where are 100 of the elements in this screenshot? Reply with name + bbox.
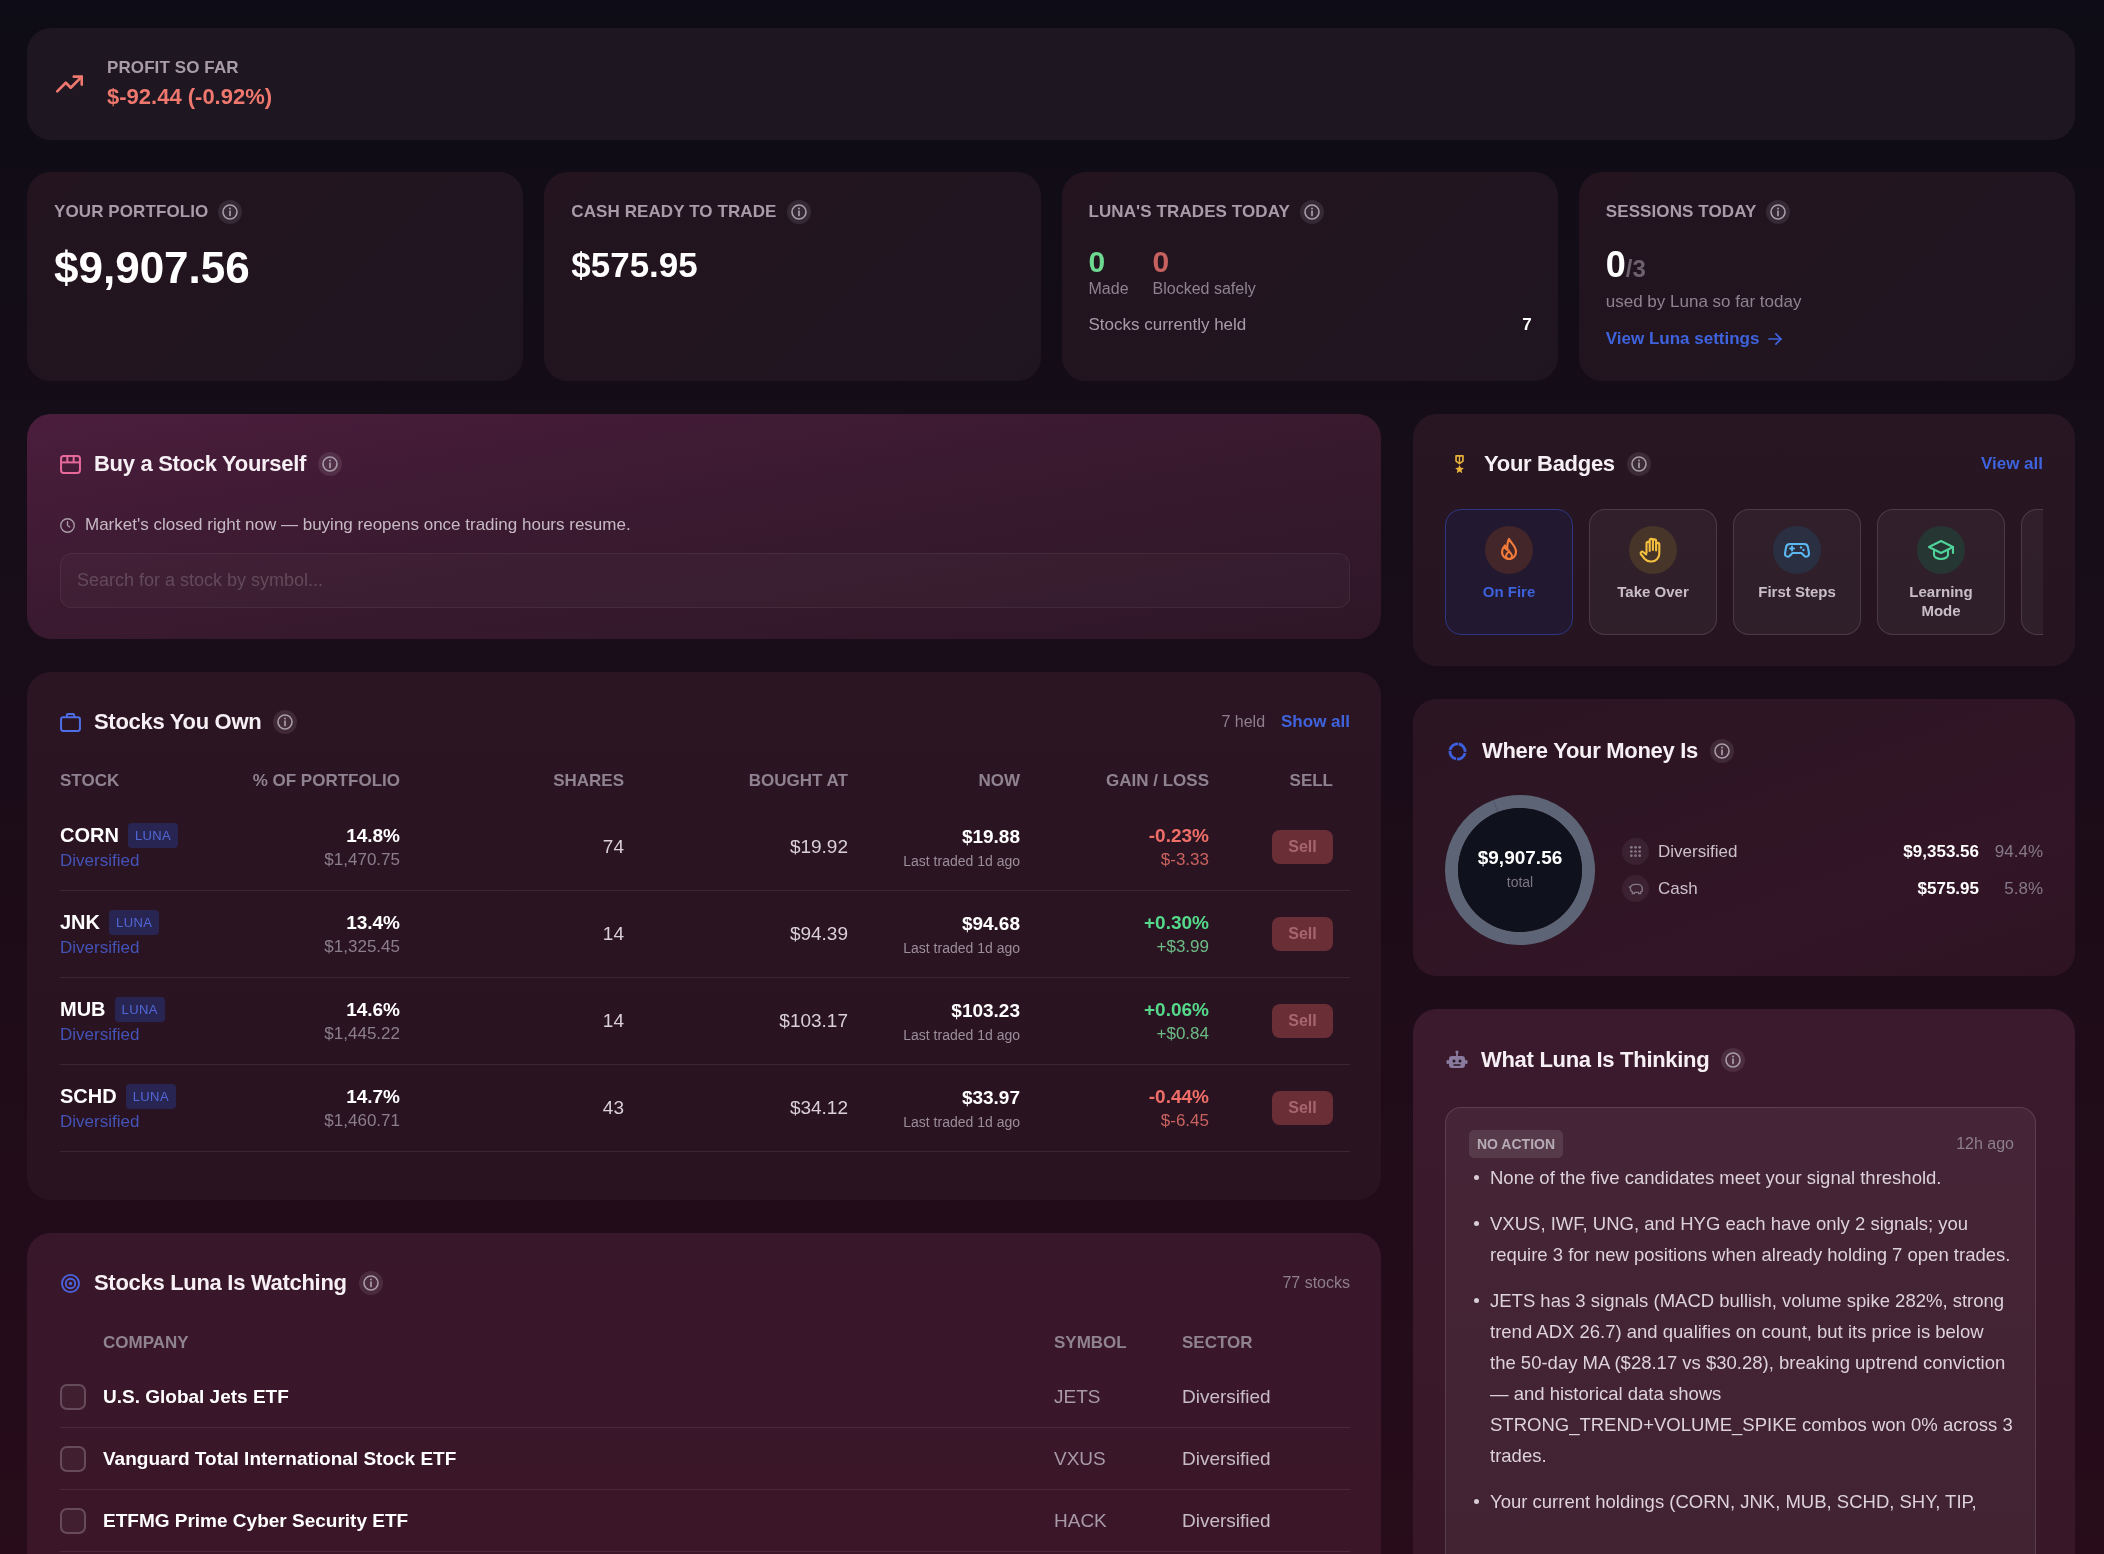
last-traded-time: Last traded 1d ago [903, 1026, 1020, 1043]
ticker-symbol: HACK [1054, 1509, 1107, 1532]
buy-price: $103.17 [779, 1010, 848, 1032]
trend-up-icon [56, 75, 83, 93]
allocation-amount: $9,353.56 [1903, 841, 1979, 862]
held-label: Stocks currently held [1088, 315, 1247, 335]
row-checkbox[interactable] [60, 1445, 86, 1472]
company-name: ETFMG Prime Cyber Security ETF [103, 1509, 409, 1532]
gain-amount: +$3.99 [1156, 936, 1209, 957]
ring-icon [1447, 741, 1468, 761]
row-checkbox[interactable] [60, 1507, 86, 1534]
sessions-note: used by Luna so far today [1605, 292, 1802, 312]
share-count: 43 [602, 1097, 624, 1119]
view-all-link[interactable]: View all [1980, 454, 2043, 474]
position-value: $1,445.22 [324, 1023, 400, 1044]
stat-label: YOUR PORTFOLIO [54, 202, 209, 222]
buy-price: $94.39 [789, 923, 848, 945]
portfolio-share: 14.8% [346, 824, 400, 847]
held-count: 7 [1522, 315, 1532, 335]
buy-price: $19.92 [789, 836, 848, 858]
stat-label: SESSIONS TODAY [1605, 202, 1757, 222]
source-tag: LUNA [127, 823, 179, 848]
reasoning-point: VXUS, IWF, UNG, and HYG each have only 2 signals; you require 3 for new positions when already holding 7 open trades. [1490, 1212, 2012, 1267]
badge-tile[interactable]: Take Over [1589, 509, 1717, 635]
bullet-icon [1474, 1221, 1479, 1226]
info-icon[interactable] [1721, 1048, 1746, 1072]
allocation-label: Diversified [1658, 841, 1738, 862]
stat-value: $9,907.56 [54, 243, 250, 293]
last-traded-time: Last traded 1d ago [903, 939, 1020, 956]
source-tag: LUNA [125, 1084, 176, 1109]
stock-count: 77 stocks [1282, 1274, 1350, 1292]
badge-tile[interactable]: First Steps [1733, 509, 1861, 635]
badge-tile[interactable]: Learning Mode [1877, 509, 2005, 635]
column-header: STOCK [60, 771, 120, 791]
row-checkbox[interactable] [60, 1383, 86, 1410]
stock-symbol: CORN [60, 824, 119, 847]
info-icon[interactable] [318, 452, 343, 476]
clock-icon [60, 517, 75, 533]
current-price: $94.68 [961, 912, 1020, 935]
company-name: Vanguard Total International Stock ETF [103, 1447, 457, 1470]
column-header: SELL [1289, 771, 1333, 791]
info-icon[interactable] [358, 1271, 383, 1295]
badge-label: Take Over [1616, 582, 1690, 601]
show-all-link[interactable]: Show all [1281, 712, 1350, 732]
portfolio-share: 13.4% [346, 911, 400, 934]
badge-label: Learning Mode [1908, 582, 1974, 620]
stat-value: $575.95 [571, 245, 698, 285]
company-name: U.S. Global Jets ETF [103, 1385, 289, 1408]
stat-label: CASH READY TO TRADE [571, 202, 777, 222]
bullet-icon [1474, 1298, 1479, 1303]
reasoning-point: None of the five candidates meet your signal threshold. [1490, 1166, 1942, 1190]
info-icon[interactable] [1299, 200, 1324, 224]
info-icon[interactable] [1710, 739, 1734, 763]
bullet-icon [1474, 1499, 1479, 1504]
briefcase-icon [60, 712, 81, 732]
profit-value: $-92.44 (-0.92%) [107, 84, 273, 110]
settings-link[interactable]: View Luna settings [1605, 329, 1783, 349]
sector-name: Diversified [1182, 1509, 1271, 1532]
info-icon[interactable] [273, 710, 298, 734]
held-count: 7 held [1221, 713, 1266, 731]
card-title: Where Your Money Is [1482, 738, 1698, 764]
column-header: SECTOR [1182, 1332, 1253, 1353]
badge-label: On Fire [1481, 582, 1537, 601]
position-value: $1,470.75 [324, 849, 400, 870]
count-label: Made [1088, 279, 1129, 299]
sessions-limit: /3 [1625, 255, 1646, 283]
card-title: Stocks You Own [94, 709, 262, 735]
entry-time: 12h ago [1956, 1135, 2014, 1153]
profit-label: PROFIT SO FAR [107, 58, 240, 78]
stat-label: LUNA'S TRADES TODAY [1088, 202, 1290, 222]
column-header: NOW [978, 771, 1020, 791]
card-title: Stocks Luna Is Watching [94, 1270, 347, 1296]
source-tag: LUNA [109, 910, 160, 935]
grid-dots-icon [1622, 838, 1649, 865]
badge-label: First Steps [1757, 582, 1837, 601]
ticker-symbol: JETS [1054, 1385, 1101, 1408]
info-icon[interactable] [1766, 200, 1791, 224]
gain-percent: -0.44% [1148, 1085, 1209, 1108]
info-icon[interactable] [1626, 452, 1651, 476]
badge-tile[interactable]: On Fire [1445, 509, 1573, 635]
last-traded-time: Last traded 1d ago [903, 852, 1020, 869]
stock-symbol: JNK [60, 911, 100, 934]
portfolio-share: 14.7% [346, 1085, 400, 1108]
info-icon[interactable] [786, 200, 811, 224]
badge-tile[interactable] [2021, 509, 2043, 635]
buy-price: $34.12 [789, 1097, 848, 1119]
column-header: COMPANY [103, 1332, 189, 1353]
allocation-label: Cash [1658, 878, 1698, 899]
sector-name: Diversified [1182, 1447, 1271, 1470]
position-value: $1,325.45 [324, 936, 400, 957]
gain-amount: +$0.84 [1156, 1023, 1209, 1044]
stock-symbol: SCHD [60, 1085, 117, 1108]
position-value: $1,460.71 [324, 1110, 400, 1131]
bullet-icon [1474, 1175, 1479, 1180]
reasoning-point: JETS has 3 signals (MACD bullish, volume spike 282%, strong trend ADX 26.7) and qualifies on count, but its price is below the 50-day MA ($28.17 vs $30.28), breaking uptrend conviction — and historical data shows STRONG_TREND+VOLUME_SPIKE combos won 0% across 3 trades. [1490, 1289, 2014, 1468]
reasoning-point: Your current holdings (CORN, JNK, MUB, SCHD, SHY, TIP, [1490, 1490, 1977, 1514]
info-icon[interactable] [218, 200, 243, 224]
robot-icon [1446, 1050, 1468, 1070]
count-label: Blocked safely [1152, 279, 1256, 299]
gamepad-icon [1773, 526, 1821, 574]
